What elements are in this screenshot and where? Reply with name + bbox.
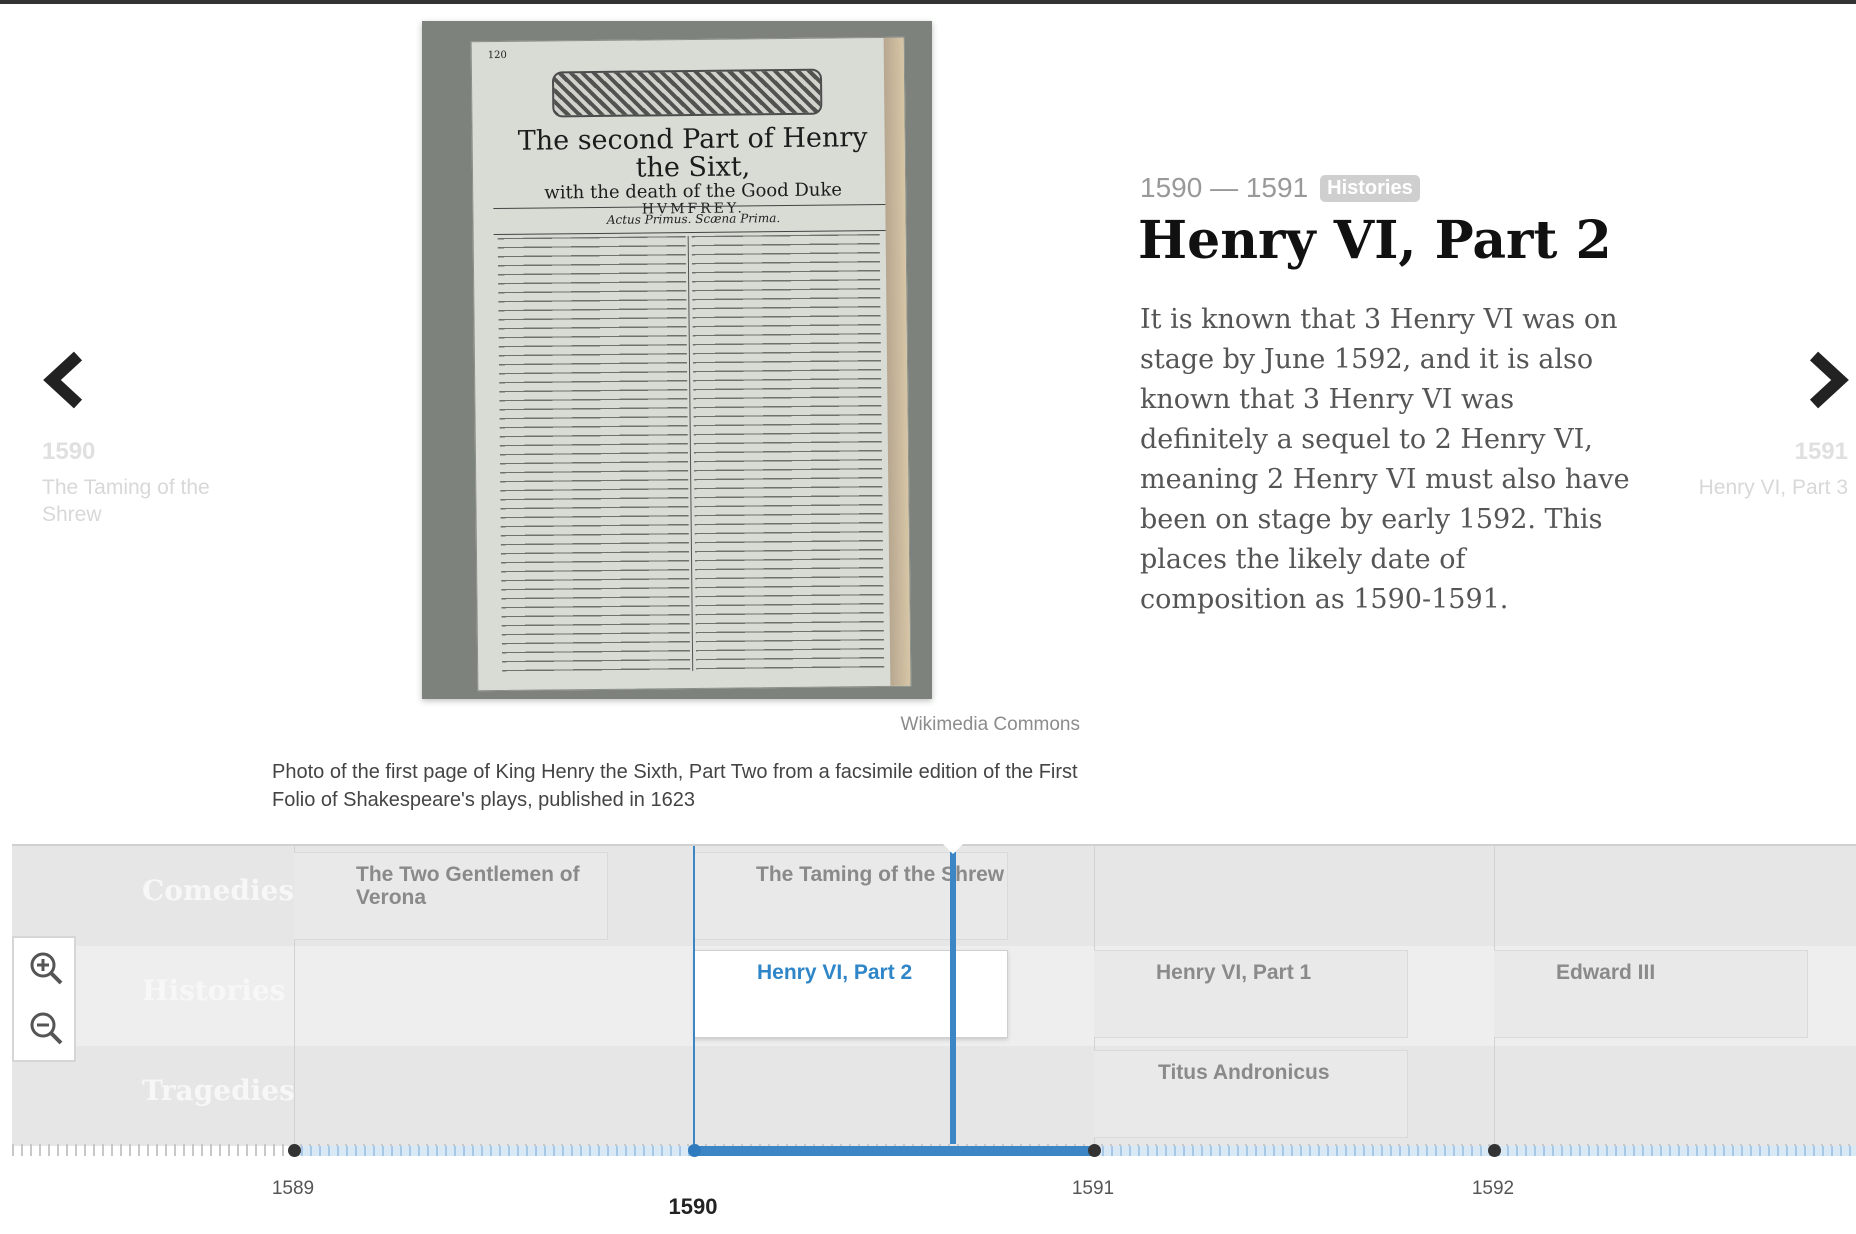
top-border [0, 0, 1856, 4]
folio-photo: 120 The second Part of Henry the Sixt, w… [422, 21, 932, 699]
row-label: Histories [142, 974, 286, 1007]
chevron-right-icon[interactable] [1804, 350, 1854, 410]
slide-body: It is known that 3 Henry VI was on stage… [1140, 304, 1630, 615]
chevron-left-icon[interactable] [38, 350, 88, 410]
zoom-out-icon[interactable] [26, 1008, 66, 1048]
prev-slide-year[interactable]: 1590 [42, 438, 95, 466]
axis-year-dot [288, 1144, 301, 1157]
folio-page: 120 The second Part of Henry the Sixt, w… [470, 36, 912, 692]
axis-year-dot [1488, 1144, 1501, 1157]
axis-tick-label: 1592 [1471, 1178, 1515, 1199]
slide-title: Henry VI, Part 2 [1138, 210, 1612, 271]
time-axis-current-range [692, 1146, 1094, 1156]
timeline-position-marker [950, 852, 956, 1144]
slide-dates: 1590 — 1591 [1140, 172, 1309, 203]
timeline-event[interactable]: The Taming of the Shrew [694, 852, 1008, 940]
folio-page-number: 120 [487, 49, 507, 62]
marker-pointer [941, 842, 965, 854]
media-caption: Photo of the first page of King Henry th… [272, 761, 1078, 811]
row-label: Tragedies [142, 1074, 295, 1107]
axis-tick-label: 1589 [271, 1178, 315, 1199]
timeline-row-tragedies: Tragedies [12, 1046, 1856, 1146]
axis-year-dot [688, 1144, 701, 1157]
row-label: Comedies [142, 874, 295, 907]
timeline-event[interactable]: The Two Gentlemen of Verona [294, 852, 608, 940]
folio-text-column [497, 236, 691, 673]
next-slide-year[interactable]: 1591 [1740, 438, 1848, 466]
category-badge: Histories [1320, 174, 1420, 202]
axis-year-dot [1088, 1144, 1101, 1157]
timeline[interactable]: Comedies Histories Tragedies The Two Gen… [12, 842, 1856, 1148]
timeline-event[interactable]: Titus Andronicus [1094, 1050, 1408, 1138]
timeline-event-active[interactable]: Henry VI, Part 2 [694, 950, 1008, 1038]
timeline-event[interactable]: Edward III [1494, 950, 1808, 1038]
folio-title-line-1: The second Part of Henry the Sixt, [517, 122, 868, 184]
timeline-event[interactable]: Henry VI, Part 1 [1094, 950, 1408, 1038]
zoom-controls [12, 936, 76, 1062]
slide-meta: 1590 — 1591 Histories [1140, 172, 1420, 204]
folio-ornament [551, 68, 823, 118]
media-credit: Wikimedia Commons [900, 714, 1080, 735]
axis-tick-label: 1591 [1071, 1178, 1115, 1199]
axis-tick-label-major: 1590 [668, 1194, 718, 1219]
folio-act: Actus Primus. Scæna Prima. [606, 211, 781, 227]
folio-text-column [691, 234, 885, 671]
zoom-in-icon[interactable] [26, 948, 66, 988]
prev-slide-title[interactable]: The Taming of the Shrew [42, 474, 212, 528]
current-range-start [693, 846, 695, 1148]
next-slide-title[interactable]: Henry VI, Part 3 [1640, 474, 1848, 501]
